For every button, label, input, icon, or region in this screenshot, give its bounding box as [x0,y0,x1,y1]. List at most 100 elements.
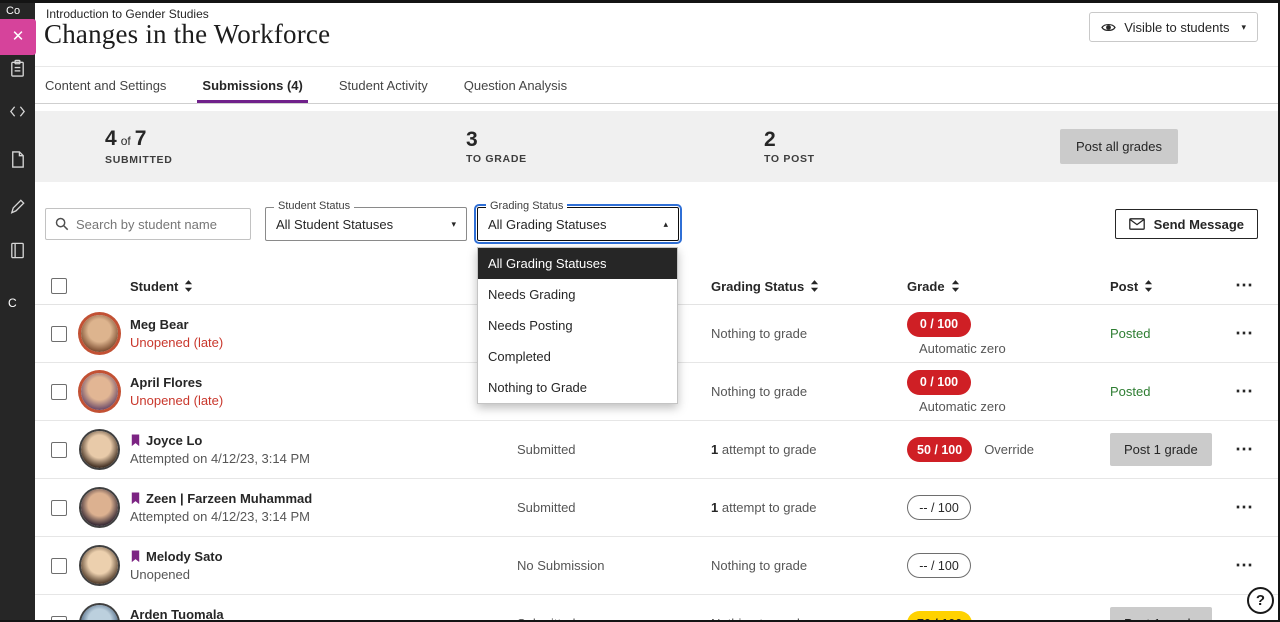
student-name-link[interactable]: Zeen | Farzeen Muhammad [130,491,482,506]
row-checkbox[interactable] [51,500,67,516]
grade-cell: 0 / 100 Automatic zero [871,370,1080,414]
student-name-link[interactable]: Meg Bear [130,317,482,332]
student-status-select[interactable]: Student Status All Student Statuses ▾ [265,207,467,241]
pencil-icon[interactable] [8,197,27,216]
submission-status: Submitted [482,616,676,622]
row-checkbox[interactable] [51,616,67,622]
envelope-icon [1129,218,1145,230]
tab-content-and-settings[interactable]: Content and Settings [45,67,166,103]
flag-icon [130,550,141,563]
student-name-link[interactable]: Arden Tuomala [130,607,482,622]
row-options-menu[interactable]: ⋯ [1231,326,1257,340]
clipboard-icon[interactable] [8,59,27,78]
grading-status-dropdown-menu: All Grading Statuses Needs Grading Needs… [477,247,678,404]
table-row: Arden Tuomala Submitted Nothing to grade… [35,595,1278,622]
grade-cell: -- / 100 [871,553,1080,578]
student-name-link[interactable]: April Flores [130,375,482,390]
search-input[interactable] [76,217,241,232]
submission-detail: Unopened [130,567,482,582]
code-icon[interactable] [8,102,27,121]
row-options-menu[interactable]: ⋯ [1231,500,1257,514]
student-name-link[interactable]: Melody Sato [130,549,482,564]
select-all-checkbox[interactable] [51,278,67,294]
row-options-menu[interactable]: ⋯ [1231,442,1257,456]
grade-cell: 0 / 100 Automatic zero [871,312,1080,356]
grade-note: Override [984,442,1034,457]
posted-status: Posted [1110,326,1150,341]
journal-icon[interactable] [8,241,27,260]
sort-icon [951,280,960,292]
dropdown-option[interactable]: Needs Posting [478,310,677,341]
sort-by-post[interactable]: Post [1080,279,1231,294]
grading-status: 1 attempt to grade [676,500,871,515]
dropdown-option[interactable]: Needs Grading [478,279,677,310]
help-button[interactable]: ? [1247,587,1274,614]
grade-pill: -- / 100 [907,553,971,578]
grade-cell: 50 / 100 Override [871,437,1080,462]
stats-strip: 4of7 SUBMITTED 3 TO GRADE 2 TO POST Post… [35,111,1278,182]
sort-by-student[interactable]: Student [130,279,482,294]
grading-status: Nothing to grade [676,558,871,573]
student-status-label: Student Status [274,200,354,212]
row-checkbox[interactable] [51,558,67,574]
grade-cell: 70 / 100 [871,611,1080,622]
grade-pill: -- / 100 [907,495,971,520]
grade-pill: 0 / 100 [907,370,971,395]
posted-status: Posted [1110,384,1150,399]
document-icon[interactable] [8,150,27,169]
student-name-link[interactable]: Joyce Lo [130,433,482,448]
close-panel-button[interactable]: ✕ [0,19,36,55]
dropdown-option[interactable]: Nothing to Grade [478,372,677,403]
sort-by-grade[interactable]: Grade [871,279,1080,294]
post-all-grades-button[interactable]: Post all grades [1060,129,1178,164]
search-icon [55,217,69,231]
sort-icon [810,280,819,292]
row-checkbox[interactable] [51,326,67,342]
grade-note: Automatic zero [919,341,1080,356]
assessment-submissions-page: Co ✕ C Introduction to Gender Studies Ch… [0,0,1280,622]
submission-detail: Unopened (late) [130,335,482,350]
grading-status: Nothing to grade [676,384,871,399]
submission-status: Submitted [482,442,676,457]
row-checkbox[interactable] [51,442,67,458]
submission-detail: Attempted on 4/12/23, 3:14 PM [130,509,482,524]
flag-icon [130,492,141,505]
avatar [81,489,118,526]
clipped-panel-letter: C [8,296,17,310]
visibility-dropdown-button[interactable]: Visible to students ▾ [1089,12,1258,42]
visibility-label: Visible to students [1124,20,1229,35]
clipped-course-panel-text: Co [6,5,20,17]
row-options-menu[interactable]: ⋯ [1231,558,1257,572]
grading-status-select[interactable]: Grading Status All Grading Statuses ▴ [477,207,679,241]
chevron-up-icon: ▴ [663,219,668,230]
post-grade-button[interactable]: Post 1 grade [1110,433,1212,466]
tab-question-analysis[interactable]: Question Analysis [464,67,567,103]
submission-detail: Unopened (late) [130,393,482,408]
student-search [45,208,251,240]
page-header: Introduction to Gender Studies Changes i… [35,3,1278,67]
table-options-menu[interactable]: ⋯ [1231,278,1257,292]
row-checkbox[interactable] [51,384,67,400]
avatar [81,373,118,410]
dropdown-option[interactable]: All Grading Statuses [478,248,677,279]
eye-icon [1101,22,1116,33]
stat-to-post: 2 TO POST [764,129,815,165]
avatar [81,547,118,584]
collapsed-sidebar: Co ✕ C [0,3,35,620]
filter-row: Student Status All Student Statuses ▾ Gr… [35,207,1278,241]
post-grade-button[interactable]: Post 1 grade [1110,607,1212,622]
dropdown-option[interactable]: Completed [478,341,677,372]
tab-bar: Content and Settings Submissions (4) Stu… [35,67,1278,104]
sort-by-grading-status[interactable]: Grading Status [676,279,871,294]
grade-note: Automatic zero [919,399,1080,414]
row-options-menu[interactable]: ⋯ [1231,616,1257,622]
grade-pill: 0 / 100 [907,312,971,337]
send-message-button[interactable]: Send Message [1115,209,1258,239]
table-row: Zeen | Farzeen Muhammad Attempted on 4/1… [35,479,1278,537]
grade-pill: 50 / 100 [907,437,972,462]
tab-submissions[interactable]: Submissions (4) [202,67,302,103]
sort-icon [184,280,193,292]
tab-student-activity[interactable]: Student Activity [339,67,428,103]
grading-status: 1 attempt to grade [676,442,871,457]
row-options-menu[interactable]: ⋯ [1231,384,1257,398]
